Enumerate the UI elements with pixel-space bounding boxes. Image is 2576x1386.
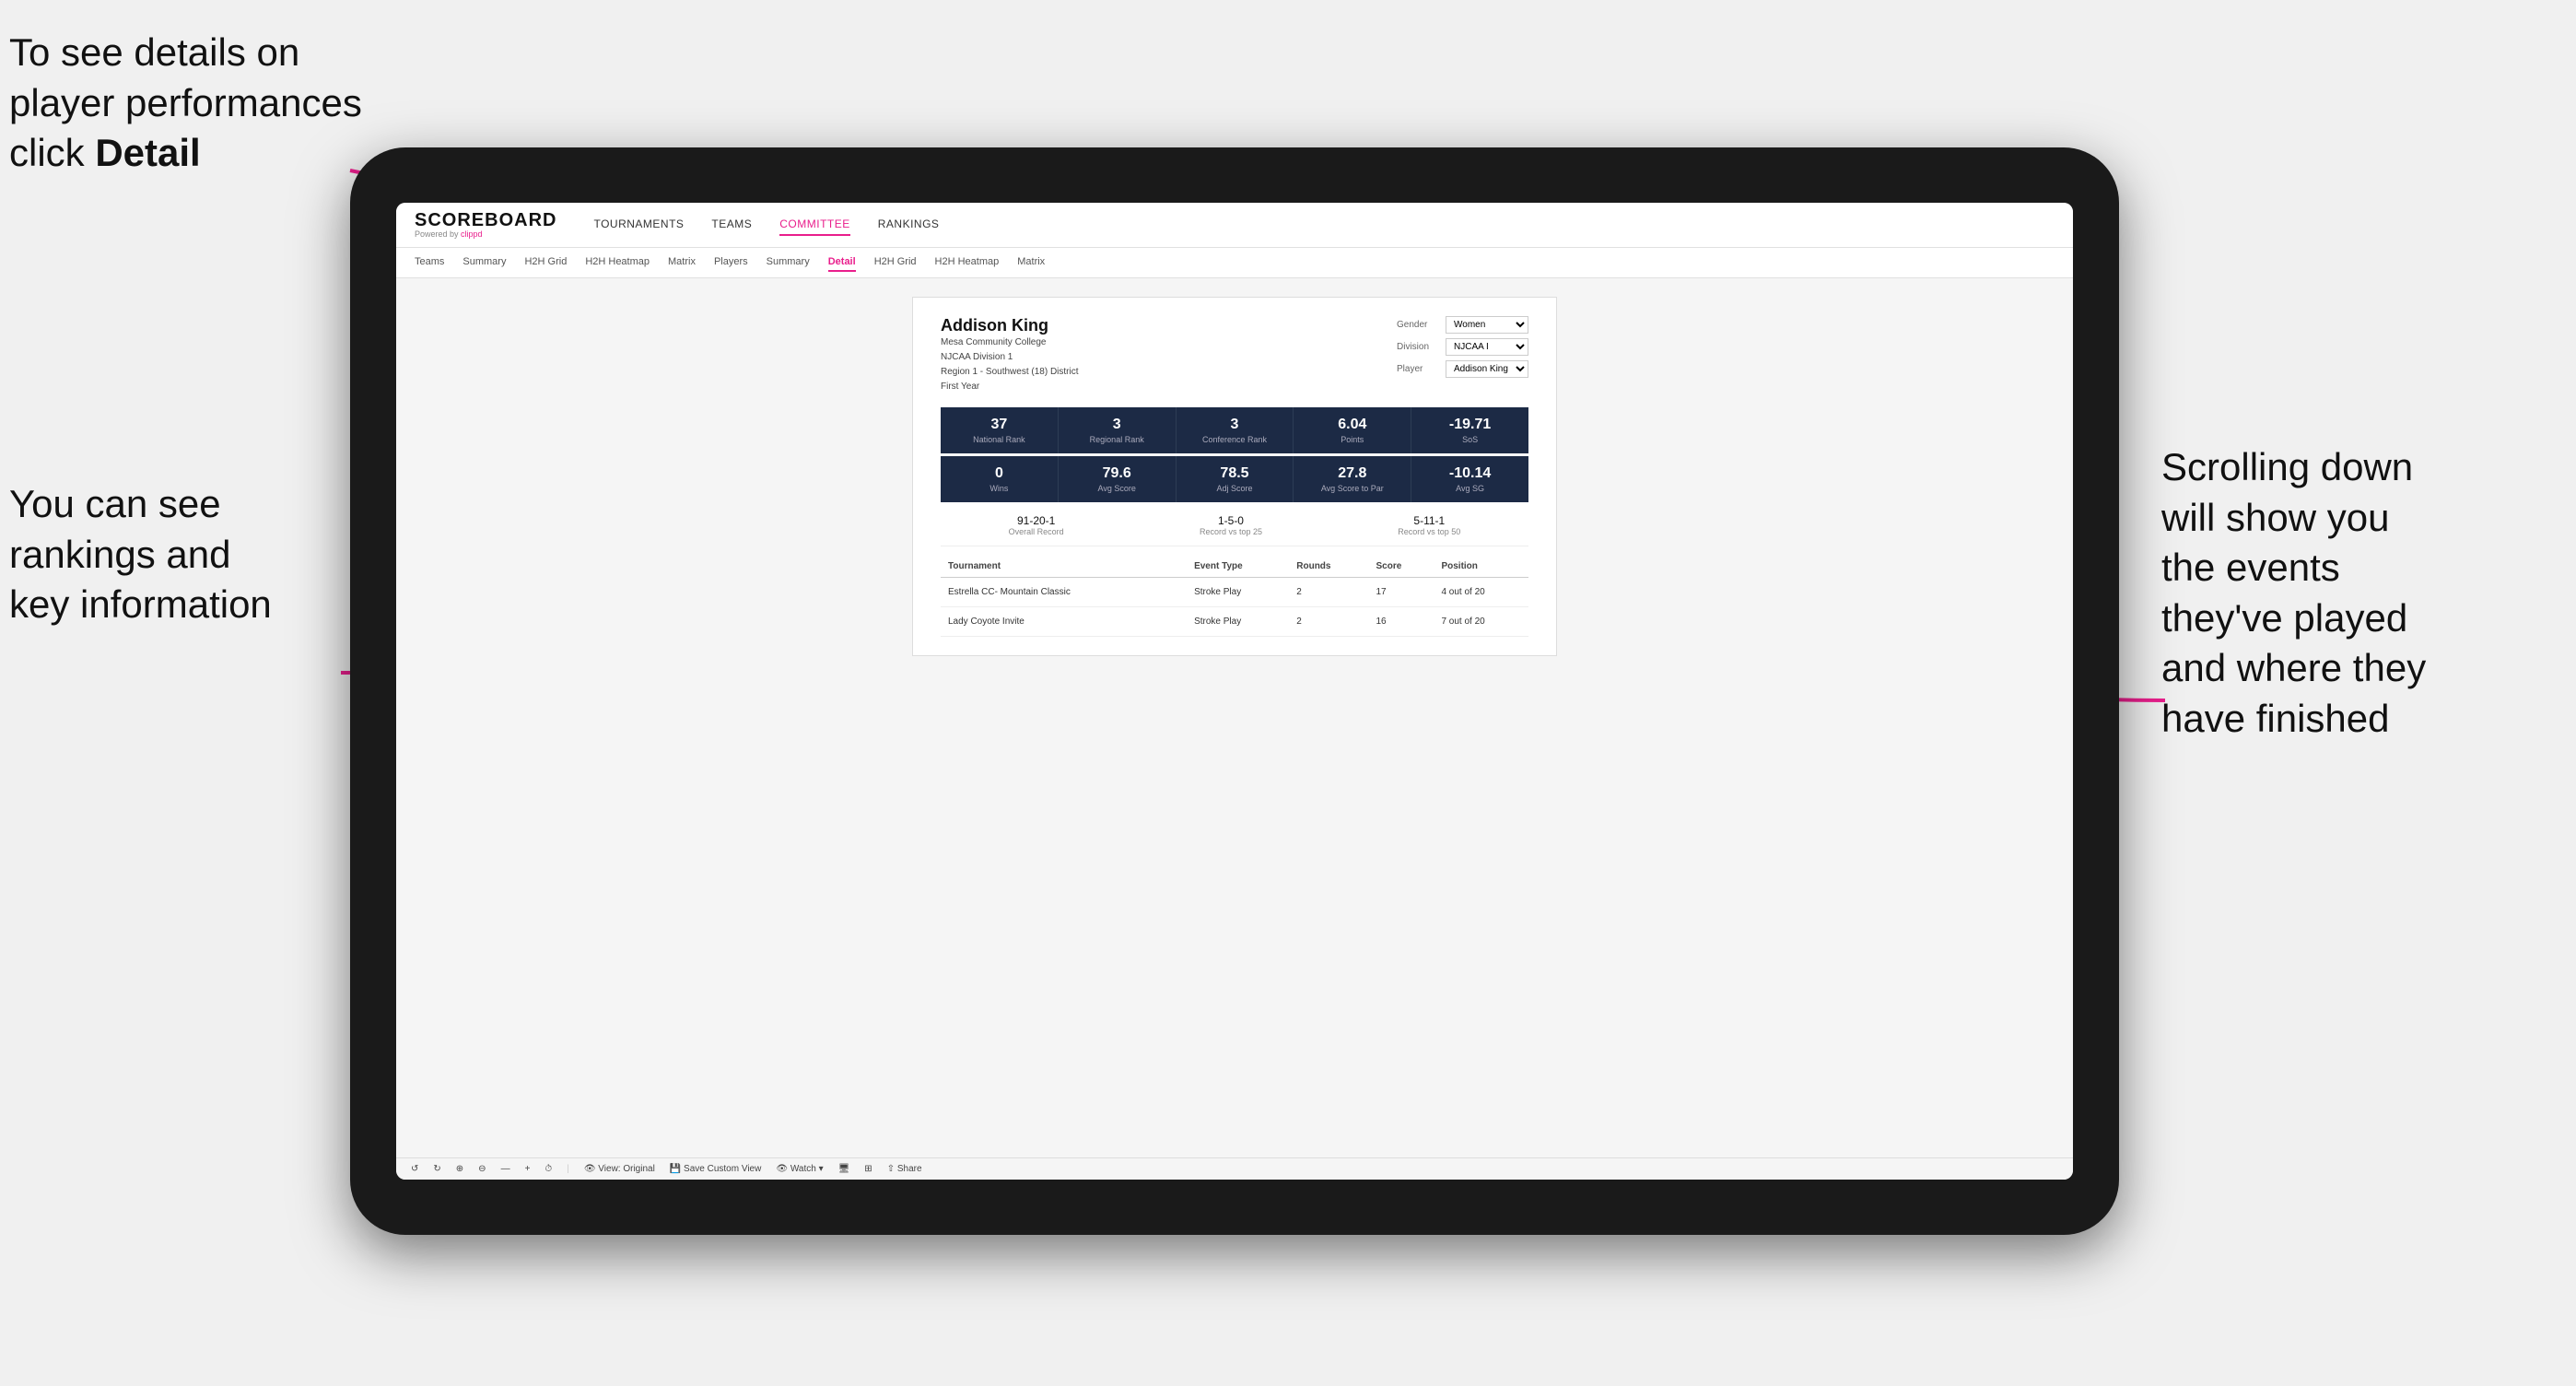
score: 16 (1368, 606, 1434, 636)
subnav-h2h-heatmap[interactable]: H2H Heatmap (585, 253, 650, 272)
table-row: Estrella CC- Mountain Classic Stroke Pla… (941, 577, 1528, 606)
subnav-detail[interactable]: Detail (828, 253, 856, 272)
grid-button[interactable]: ⊞ (864, 1164, 872, 1174)
position: 7 out of 20 (1434, 606, 1528, 636)
division-label: Division (1397, 342, 1438, 352)
nav-tournaments[interactable]: TOURNAMENTS (593, 214, 684, 236)
timer-button[interactable]: ⏱ (544, 1164, 552, 1174)
zoom-in-button[interactable]: ⊕ (456, 1164, 463, 1174)
stat-cell: 3Regional Rank (1059, 407, 1177, 453)
col-rounds: Rounds (1289, 556, 1368, 578)
tablet-screen: SCOREBOARD Powered by clippd TOURNAMENTS… (396, 203, 2073, 1180)
filter-player: Player Addison King (1397, 360, 1528, 378)
watch-button[interactable]: 👁 Watch ▾ (776, 1164, 823, 1174)
stats-row-1: 37National Rank3Regional Rank3Conference… (941, 407, 1528, 453)
score: 17 (1368, 577, 1434, 606)
player-region: Region 1 - Southwest (18) District (941, 365, 1079, 380)
subnav-matrix2[interactable]: Matrix (1017, 253, 1045, 272)
filter-gender: Gender Women Men (1397, 316, 1528, 334)
player-info: Addison King Mesa Community College NJCA… (941, 316, 1079, 394)
share-button[interactable]: ⇧ Share (887, 1164, 922, 1174)
zoom-out-button[interactable]: ⊖ (478, 1164, 486, 1174)
subnav-h2h-grid[interactable]: H2H Grid (524, 253, 567, 272)
player-label: Player (1397, 364, 1438, 374)
player-header: Addison King Mesa Community College NJCA… (941, 316, 1528, 394)
gender-label: Gender (1397, 320, 1438, 330)
logo-powered: Powered by clippd (415, 230, 556, 240)
player-name: Addison King (941, 316, 1079, 335)
player-detail-panel: Addison King Mesa Community College NJCA… (912, 297, 1557, 656)
subnav-h2h-grid2[interactable]: H2H Grid (874, 253, 917, 272)
player-division: NJCAA Division 1 (941, 350, 1079, 365)
position: 4 out of 20 (1434, 577, 1528, 606)
plus-button[interactable]: + (525, 1164, 531, 1174)
table-header-row: Tournament Event Type Rounds Score Posit… (941, 556, 1528, 578)
undo-button[interactable]: ↺ (411, 1164, 418, 1174)
subnav-summary2[interactable]: Summary (767, 253, 810, 272)
col-event-type: Event Type (1187, 556, 1289, 578)
app-header: SCOREBOARD Powered by clippd TOURNAMENTS… (396, 203, 2073, 248)
stat-cell: 27.8Avg Score to Par (1294, 456, 1411, 502)
main-content: Addison King Mesa Community College NJCA… (396, 278, 2073, 1157)
record-item: 91-20-1Overall Record (1009, 514, 1064, 536)
logo-area: SCOREBOARD Powered by clippd (415, 210, 556, 240)
filter-division: Division NJCAA I NJCAA II (1397, 338, 1528, 356)
col-tournament: Tournament (941, 556, 1163, 578)
rounds: 2 (1289, 606, 1368, 636)
records-row: 91-20-1Overall Record 1-5-0Record vs top … (941, 505, 1528, 546)
subnav-h2h-heatmap2[interactable]: H2H Heatmap (935, 253, 1000, 272)
gender-select[interactable]: Women Men (1446, 316, 1528, 334)
annotation-bottom-left: You can see rankings and key information (9, 479, 350, 630)
stat-cell: 37National Rank (941, 407, 1059, 453)
col-score: Score (1368, 556, 1434, 578)
screen-button[interactable]: 🖥 (838, 1164, 850, 1174)
stat-cell: 3Conference Rank (1177, 407, 1294, 453)
stat-cell: -19.71SoS (1411, 407, 1528, 453)
redo-button[interactable]: ↻ (433, 1164, 440, 1174)
stat-cell: 0Wins (941, 456, 1059, 502)
table-row: Lady Coyote Invite Stroke Play 2 16 7 ou… (941, 606, 1528, 636)
sub-nav: Teams Summary H2H Grid H2H Heatmap Matri… (396, 248, 2073, 278)
player-school: Mesa Community College (941, 335, 1079, 350)
nav-rankings[interactable]: RANKINGS (878, 214, 940, 236)
annotation-right: Scrolling down will show you the events … (2161, 442, 2548, 745)
logo-scoreboard: SCOREBOARD (415, 210, 556, 230)
record-item: 1-5-0Record vs top 25 (1200, 514, 1262, 536)
tournament-name: Lady Coyote Invite (941, 606, 1163, 636)
save-custom-view-button[interactable]: 💾 Save Custom View (670, 1164, 762, 1174)
rounds: 2 (1289, 577, 1368, 606)
stat-cell: 78.5Adj Score (1177, 456, 1294, 502)
subnav-matrix[interactable]: Matrix (668, 253, 696, 272)
col-empty (1163, 556, 1187, 578)
subnav-teams[interactable]: Teams (415, 253, 444, 272)
stat-cell: 6.04Points (1294, 407, 1411, 453)
main-nav: TOURNAMENTS TEAMS COMMITTEE RANKINGS (593, 214, 939, 236)
annotation-top-left: To see details on player performances cl… (9, 28, 378, 179)
stat-cell: 79.6Avg Score (1059, 456, 1177, 502)
stat-cell: -10.14Avg SG (1411, 456, 1528, 502)
player-year: First Year (941, 380, 1079, 394)
bottom-toolbar: ↺ ↻ ⊕ ⊖ — + ⏱ | 👁 View: Original 💾 Save … (396, 1157, 2073, 1180)
events-table: Tournament Event Type Rounds Score Posit… (941, 556, 1528, 637)
tablet-frame: SCOREBOARD Powered by clippd TOURNAMENTS… (350, 147, 2119, 1235)
nav-committee[interactable]: COMMITTEE (779, 214, 850, 236)
subnav-players[interactable]: Players (714, 253, 748, 272)
view-original-button[interactable]: 👁 View: Original (584, 1164, 655, 1174)
stats-row-2: 0Wins79.6Avg Score78.5Adj Score27.8Avg S… (941, 456, 1528, 502)
record-item: 5-11-1Record vs top 50 (1398, 514, 1460, 536)
col-position: Position (1434, 556, 1528, 578)
player-select[interactable]: Addison King (1446, 360, 1528, 378)
player-filters: Gender Women Men Division NJCAA I NJCAA … (1397, 316, 1528, 378)
event-type: Stroke Play (1187, 577, 1289, 606)
event-type: Stroke Play (1187, 606, 1289, 636)
nav-teams[interactable]: TEAMS (711, 214, 752, 236)
subnav-summary[interactable]: Summary (463, 253, 506, 272)
division-select[interactable]: NJCAA I NJCAA II (1446, 338, 1528, 356)
tournament-name: Estrella CC- Mountain Classic (941, 577, 1163, 606)
fit-button[interactable]: — (501, 1164, 510, 1174)
